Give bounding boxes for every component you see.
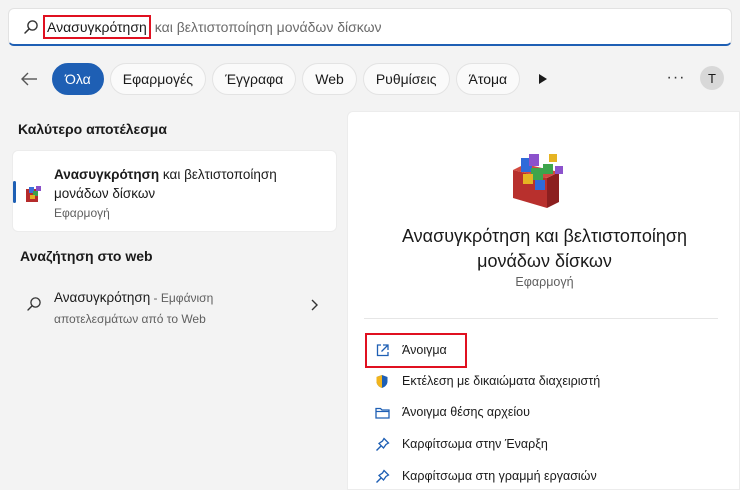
action-label: Άνοιγμα <box>402 343 447 357</box>
tab-people[interactable]: Άτομα <box>455 63 521 95</box>
back-button[interactable] <box>14 64 44 94</box>
action-label: Εκτέλεση με δικαιώματα διαχειριστή <box>402 374 601 388</box>
tab-apps[interactable]: Εφαρμογές <box>109 63 207 95</box>
more-filters-button[interactable] <box>532 63 554 95</box>
web-search-result[interactable]: Ανασυγκρότηση - Εμφάνιση αποτελεσμάτων α… <box>12 282 337 332</box>
divider <box>364 318 718 319</box>
tab-documents[interactable]: Έγγραφα <box>212 63 297 95</box>
filter-bar: Όλα Εφαρμογές Έγγραφα Web Ρυθμίσεις Άτομ… <box>14 62 734 96</box>
search-icon <box>27 297 41 311</box>
avatar[interactable]: T <box>700 66 724 90</box>
detail-panel: Ανασυγκρότηση και βελτιστοποίηση μονάδων… <box>347 111 740 490</box>
detail-type: Εφαρμογή <box>515 275 574 289</box>
search-suggestion: και βελτιστοποίηση μονάδων δίσκων <box>154 18 382 35</box>
play-icon <box>539 74 548 84</box>
defrag-app-icon <box>26 186 41 202</box>
action-run-as-admin[interactable]: Εκτέλεση με δικαιώματα διαχειριστή <box>374 370 600 392</box>
action-label: Καρφίτσωμα στην Έναρξη <box>402 437 548 451</box>
pin-icon <box>374 436 390 452</box>
best-match-result[interactable]: Ανασυγκρότηση και βελτιστοποίηση μονάδων… <box>12 150 337 232</box>
selection-indicator <box>13 181 16 203</box>
folder-icon <box>374 404 390 420</box>
search-typed-text: Ανασυγκρότηση <box>43 14 151 39</box>
defrag-app-icon <box>513 154 563 208</box>
web-search-query: Ανασυγκρότηση - Εμφάνιση <box>54 290 214 305</box>
best-match-subtitle: Εφαρμογή <box>54 206 110 220</box>
action-open[interactable]: Άνοιγμα <box>374 339 447 361</box>
tab-all[interactable]: Όλα <box>52 63 104 95</box>
web-search-heading: Αναζήτηση στο web <box>20 248 153 264</box>
action-pin-to-taskbar[interactable]: Καρφίτσωμα στη γραμμή εργασιών <box>374 465 597 487</box>
action-label: Καρφίτσωμα στη γραμμή εργασιών <box>402 469 597 483</box>
more-options-button[interactable]: ··· <box>664 62 688 94</box>
shield-icon <box>374 373 390 389</box>
tab-web[interactable]: Web <box>302 63 357 95</box>
tab-settings[interactable]: Ρυθμίσεις <box>362 63 450 95</box>
pin-icon <box>374 468 390 484</box>
action-label: Άνοιγμα θέσης αρχείου <box>402 405 530 419</box>
search-icon <box>24 19 38 34</box>
chevron-right-icon <box>311 299 318 311</box>
best-match-heading: Καλύτερο αποτέλεσμα <box>18 121 167 137</box>
search-input[interactable]: Ανασυγκρότηση και βελτιστοποίηση μονάδων… <box>43 14 382 39</box>
action-open-file-location[interactable]: Άνοιγμα θέσης αρχείου <box>374 401 530 423</box>
arrow-left-icon <box>21 72 37 86</box>
detail-title: Ανασυγκρότηση και βελτιστοποίηση μονάδων… <box>402 226 687 271</box>
search-box[interactable]: Ανασυγκρότηση και βελτιστοποίηση μονάδων… <box>8 8 732 46</box>
action-pin-to-start[interactable]: Καρφίτσωμα στην Έναρξη <box>374 433 548 455</box>
web-search-hint: αποτελεσμάτων από το Web <box>54 312 206 326</box>
open-external-icon <box>374 342 390 358</box>
best-match-title: Ανασυγκρότηση και βελτιστοποίηση μονάδων… <box>54 167 277 201</box>
